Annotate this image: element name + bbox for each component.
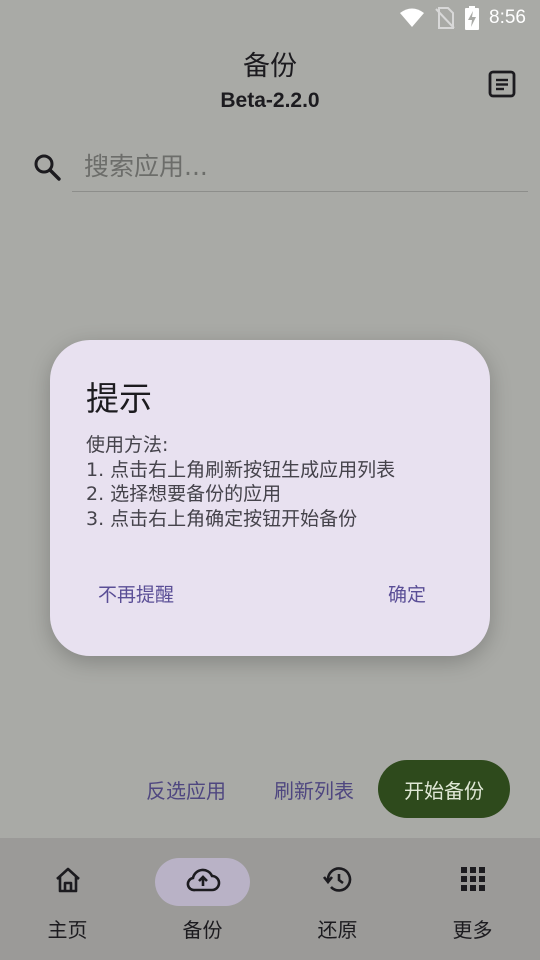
notes-icon: [488, 70, 516, 98]
dialog-body: 使用方法: 1. 点击右上角刷新按钮生成应用列表 2. 选择想要备份的应用 3.…: [86, 433, 395, 531]
nav-item-home[interactable]: 主页: [0, 838, 135, 960]
nav-label: 备份: [182, 918, 223, 942]
nav-item-restore[interactable]: 还原: [270, 838, 405, 960]
dialog-line: 1. 点击右上角刷新按钮生成应用列表: [86, 458, 396, 481]
nav-label: 主页: [47, 918, 88, 942]
history-icon: [270, 866, 405, 894]
search-icon[interactable]: [32, 152, 62, 186]
nav-label: 更多: [452, 918, 493, 942]
bottom-nav: 主页 备份 还原 更多: [0, 838, 540, 960]
dialog-line: 3. 点击右上角确定按钮开始备份: [86, 507, 358, 530]
action-row: 反选应用 刷新列表 开始备份: [146, 760, 510, 818]
confirm-button[interactable]: 确定: [388, 580, 426, 607]
refresh-list-button[interactable]: 刷新列表: [274, 775, 354, 804]
battery-charging-icon: [465, 6, 480, 30]
start-backup-button[interactable]: 开始备份: [378, 760, 510, 818]
log-button[interactable]: [486, 68, 518, 100]
dont-remind-button[interactable]: 不再提醒: [98, 580, 174, 607]
dialog-line: 使用方法:: [86, 434, 169, 456]
apps-grid-icon: [405, 866, 540, 892]
status-time: 8:56: [489, 7, 526, 28]
invert-selection-button[interactable]: 反选应用: [146, 775, 226, 804]
nav-label: 还原: [317, 918, 358, 942]
no-sim-icon: [435, 7, 455, 29]
page-title: 备份: [243, 51, 297, 82]
cloud-upload-icon: [135, 866, 270, 894]
status-bar: 8:56: [0, 0, 540, 36]
nav-item-more[interactable]: 更多: [405, 838, 540, 960]
search-bar: [32, 142, 528, 204]
tips-dialog: 提示 使用方法: 1. 点击右上角刷新按钮生成应用列表 2. 选择想要备份的应用…: [50, 340, 490, 656]
home-icon: [0, 866, 135, 894]
dialog-line: 2. 选择想要备份的应用: [86, 483, 282, 505]
wifi-icon: [400, 8, 425, 27]
dialog-title: 提示: [86, 379, 152, 418]
version-subtitle: Beta-2.2.0: [220, 89, 320, 112]
nav-item-backup[interactable]: 备份: [135, 838, 270, 960]
search-input[interactable]: [72, 142, 528, 192]
app-header: 备份 Beta-2.2.0: [0, 48, 540, 116]
